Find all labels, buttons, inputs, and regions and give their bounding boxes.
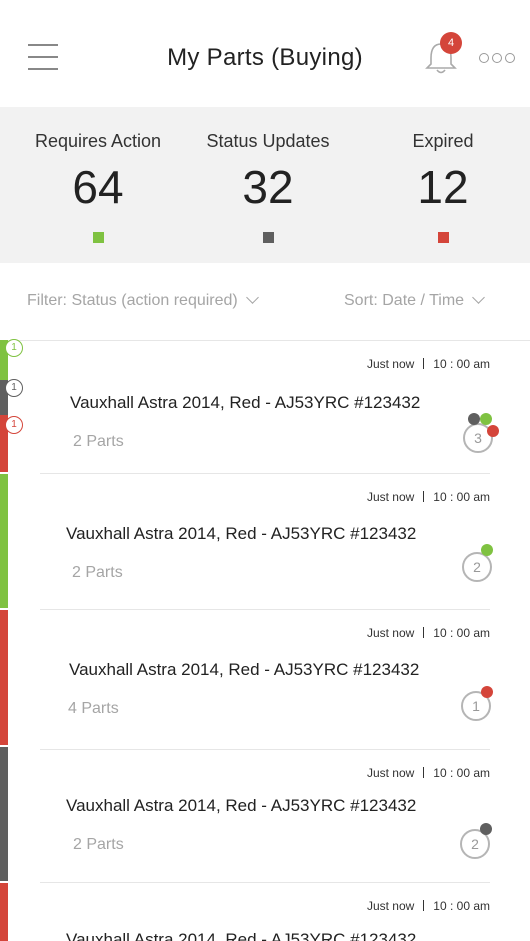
stat-requires-action[interactable]: Requires Action 64 bbox=[18, 131, 178, 243]
item-parts-count: 2 Parts bbox=[72, 564, 123, 581]
parts-count-circle: 2 bbox=[462, 552, 492, 582]
more-options-icon[interactable] bbox=[479, 53, 515, 65]
status-dot-green bbox=[480, 413, 492, 425]
time-clock: 10 : 00 am bbox=[433, 490, 490, 504]
item-parts-count: 2 Parts bbox=[73, 433, 124, 450]
status-bar-red bbox=[0, 883, 8, 941]
time-clock: 10 : 00 am bbox=[433, 766, 490, 780]
status-dot-gray bbox=[480, 823, 492, 835]
list-item[interactable]: Just now 10 : 00 am Vauxhall Astra 2014, … bbox=[40, 883, 490, 941]
filter-dropdown[interactable]: Filter: Status (action required) bbox=[27, 291, 259, 310]
item-title: Vauxhall Astra 2014, Red - AJ53YRC #1234… bbox=[66, 796, 417, 815]
list-item[interactable]: Just now 10 : 00 am Vauxhall Astra 2014, … bbox=[40, 610, 493, 750]
status-bar-red bbox=[0, 610, 8, 745]
time-clock: 10 : 00 am bbox=[433, 626, 490, 640]
status-color-square bbox=[262, 232, 274, 243]
stat-expired[interactable]: Expired 12 bbox=[363, 131, 523, 243]
time-relative: Just now bbox=[366, 766, 415, 780]
stat-label: Requires Action bbox=[34, 131, 162, 151]
chevron-down-icon bbox=[472, 291, 485, 304]
item-parts-count: 4 Parts bbox=[68, 700, 119, 717]
item-timestamp: Just now 10 : 00 am bbox=[367, 357, 490, 371]
list-item[interactable]: Just now 10 : 00 am Vauxhall Astra 2014, … bbox=[40, 750, 492, 883]
item-timestamp: Just now 10 : 00 am bbox=[367, 899, 490, 913]
status-summary: Requires Action 64 Status Updates 32 Exp… bbox=[0, 107, 530, 263]
time-relative: Just now bbox=[366, 357, 415, 371]
status-bar-green bbox=[0, 474, 8, 608]
status-dot-gray bbox=[468, 413, 480, 425]
time-clock: 10 : 00 am bbox=[433, 357, 490, 371]
time-clock: 10 : 00 am bbox=[433, 899, 490, 913]
time-relative: Just now bbox=[366, 899, 415, 913]
stat-status-updates[interactable]: Status Updates 32 bbox=[188, 131, 348, 243]
stat-value: 32 bbox=[242, 161, 294, 213]
item-timestamp: Just now 10 : 00 am bbox=[367, 490, 490, 504]
status-dot-red bbox=[481, 686, 493, 698]
status-dot-red bbox=[487, 425, 499, 437]
chevron-down-icon bbox=[245, 291, 259, 304]
item-title: Vauxhall Astra 2014, Red - AJ53YRC #1234… bbox=[70, 393, 421, 412]
item-timestamp: Just now 10 : 00 am bbox=[367, 766, 490, 780]
status-dot-green bbox=[481, 544, 493, 556]
list-item[interactable]: Just now 10 : 00 am Vauxhall Astra 2014, … bbox=[40, 341, 499, 474]
item-title: Vauxhall Astra 2014, Red - AJ53YRC #1234… bbox=[66, 524, 417, 543]
item-title: Vauxhall Astra 2014, Red - AJ53YRC #1234… bbox=[69, 660, 420, 679]
side-indicator-green: 1 bbox=[5, 339, 23, 357]
sort-label: Sort: Date / Time bbox=[344, 292, 465, 309]
status-color-square bbox=[437, 232, 449, 243]
item-timestamp: Just now 10 : 00 am bbox=[367, 626, 490, 640]
side-indicator-red: 1 bbox=[5, 416, 23, 434]
notification-badge: 4 bbox=[440, 32, 462, 54]
sort-dropdown[interactable]: Sort: Date / Time bbox=[344, 291, 485, 310]
item-title: Vauxhall Astra 2014, Red - AJ53YRC #1234… bbox=[66, 930, 417, 941]
status-bar-gray bbox=[0, 747, 8, 881]
app-header: My Parts (Buying) 4 bbox=[0, 0, 530, 107]
filter-bar: Filter: Status (action required) Sort: D… bbox=[0, 280, 530, 324]
stat-value: 12 bbox=[417, 161, 469, 213]
filter-label: Filter: Status (action required) bbox=[27, 292, 238, 309]
stat-label: Status Updates bbox=[206, 131, 330, 151]
item-parts-count: 2 Parts bbox=[73, 836, 124, 853]
time-relative: Just now bbox=[366, 626, 415, 640]
time-relative: Just now bbox=[366, 490, 415, 504]
stat-value: 64 bbox=[72, 161, 124, 213]
status-color-square bbox=[92, 232, 104, 243]
side-indicator-gray: 1 bbox=[5, 379, 23, 397]
stat-label: Expired bbox=[412, 131, 474, 151]
list-item[interactable]: Just now 10 : 00 am Vauxhall Astra 2014, … bbox=[40, 474, 493, 610]
